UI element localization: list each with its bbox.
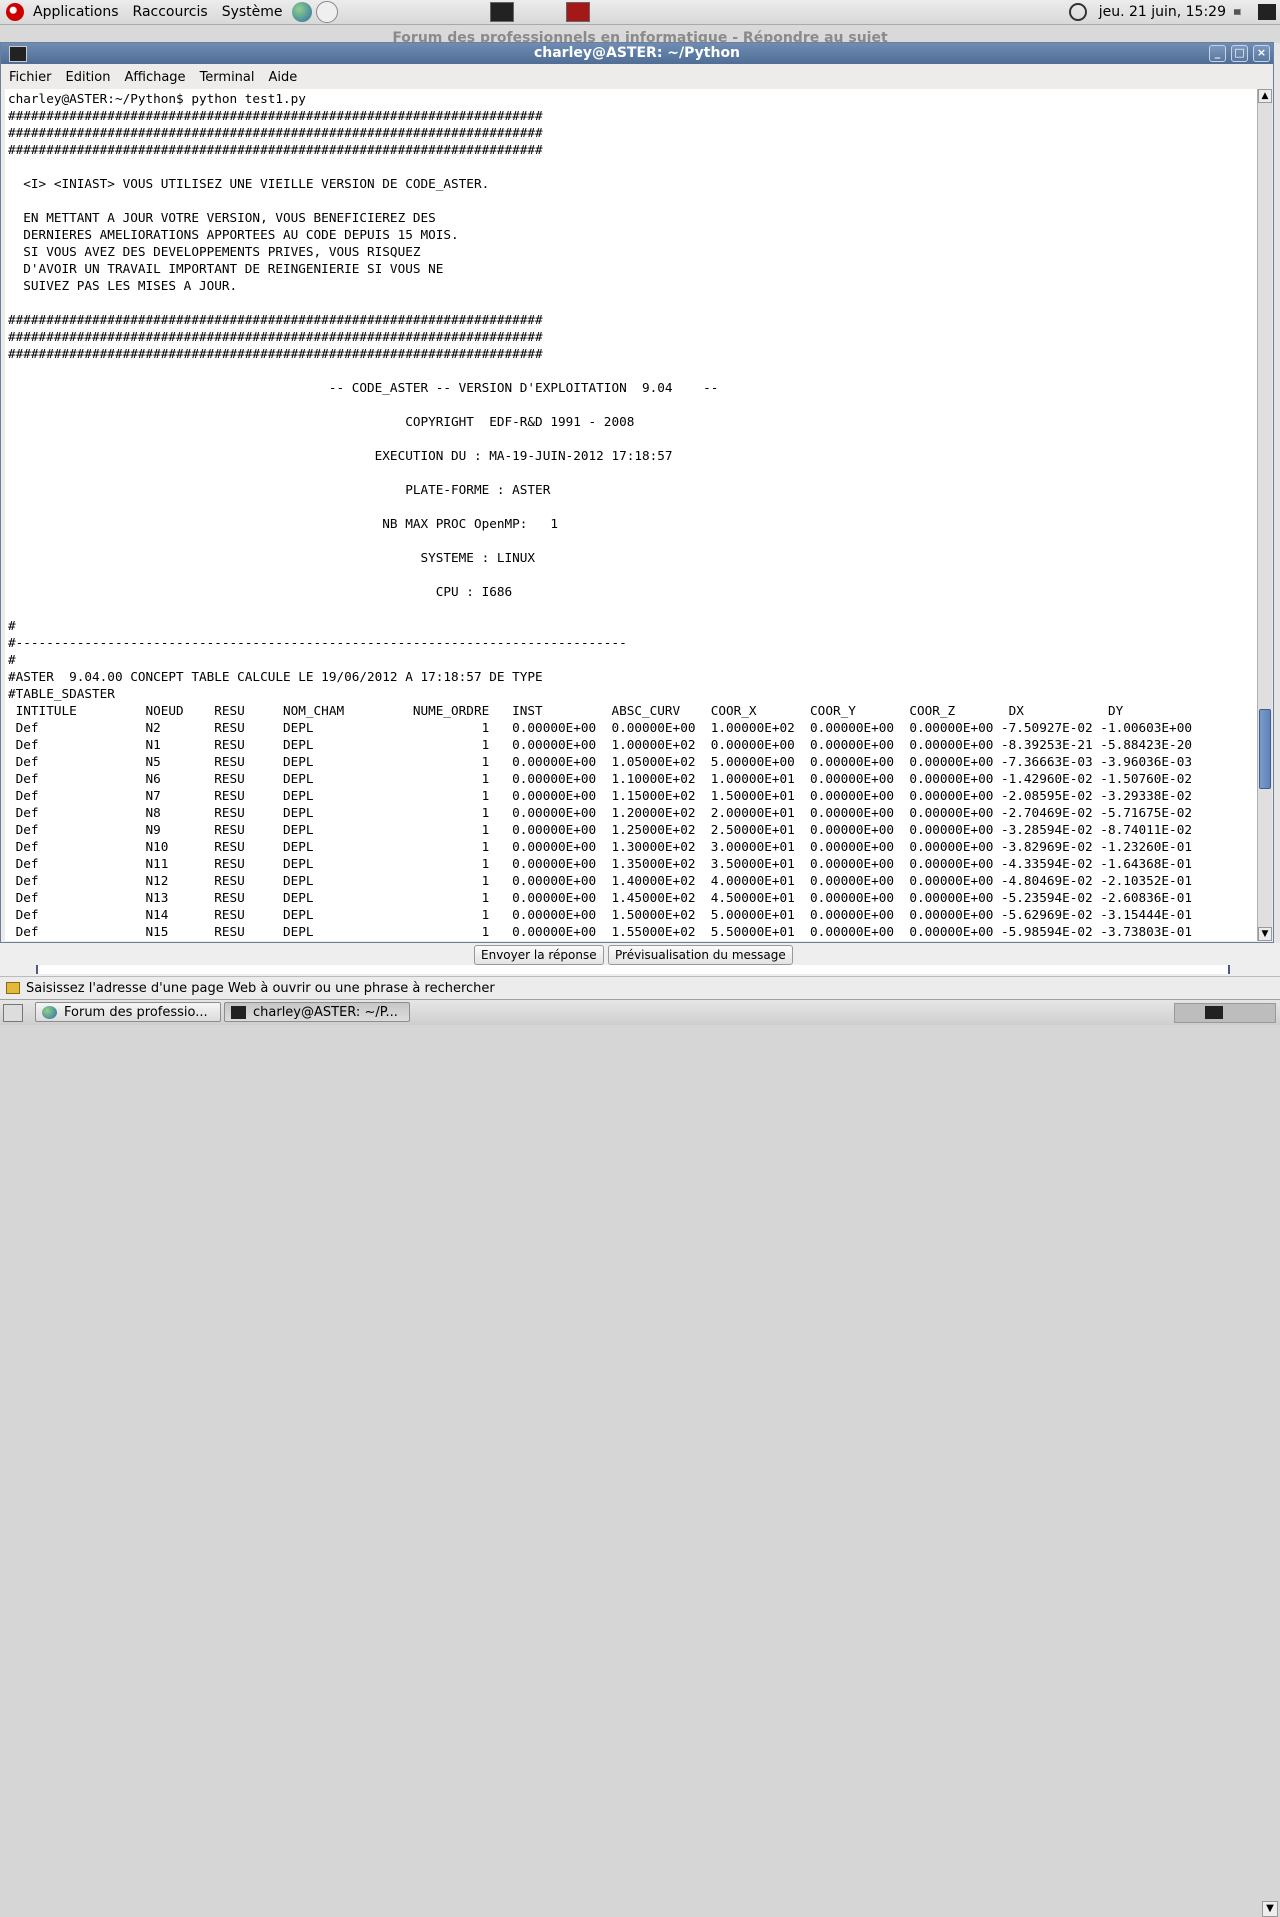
browser-scroll-down-icon[interactable]: ▼ [1262, 1901, 1278, 1917]
volume-icon[interactable] [1234, 5, 1246, 19]
workspace-terminal-icon [1205, 1006, 1223, 1019]
terminal-title: charley@ASTER: ~/Python [533, 45, 741, 61]
terminal-tray-icon[interactable] [1258, 4, 1276, 20]
minimize-button[interactable]: _ [1209, 45, 1226, 62]
clock[interactable]: jeu. 21 juin, 15:29 [1091, 4, 1234, 20]
app-launcher-icon[interactable] [565, 2, 590, 22]
menu-aide[interactable]: Aide [261, 70, 304, 85]
browser-task-icon [42, 1006, 57, 1019]
terminal-menubar: Fichier Edition Affichage Terminal Aide [1, 65, 1273, 89]
scrollbar-thumb[interactable] [1259, 709, 1271, 789]
panel-tray: jeu. 21 juin, 15:29 [1068, 0, 1280, 24]
web-browser-launcher-icon[interactable] [291, 2, 312, 22]
menu-terminal[interactable]: Terminal [192, 70, 261, 85]
taskbar: Forum des professio... charley@ASTER: ~/… [0, 999, 1280, 1025]
send-reply-button[interactable]: Envoyer la réponse [474, 945, 604, 965]
task-terminal[interactable]: charley@ASTER: ~/P... [224, 1002, 410, 1022]
browser-form-area: Envoyer la réponse Prévisualisation du m… [0, 943, 1280, 1917]
workspace-switcher[interactable] [1174, 1003, 1276, 1023]
status-text: Saisissez l'adresse d'une page Web à ouv… [26, 980, 495, 996]
scroll-up-icon[interactable]: ▲ [1258, 89, 1272, 103]
menu-fichier[interactable]: Fichier [1, 70, 58, 85]
terminal-window: charley@ASTER: ~/Python _ □ × Fichier Ed… [0, 42, 1274, 943]
browser-title: Forum des professionnels en informatique… [0, 25, 1280, 43]
message-editor[interactable] [36, 965, 1230, 974]
terminal-output-area[interactable]: charley@ASTER:~/Python$ python test1.py … [5, 89, 1257, 941]
menu-edition[interactable]: Edition [58, 70, 117, 85]
task-browser[interactable]: Forum des professio... [35, 1002, 221, 1022]
terminal-titlebar[interactable]: charley@ASTER: ~/Python _ □ × [1, 43, 1273, 64]
search-icon[interactable] [1068, 3, 1087, 21]
gnome-foot-icon[interactable] [6, 3, 24, 21]
preview-message-button[interactable]: Prévisualisation du message [608, 945, 793, 965]
maximize-button[interactable]: □ [1231, 45, 1248, 62]
show-desktop-icon[interactable] [3, 1004, 23, 1022]
terminal-launcher-icon[interactable] [489, 2, 514, 22]
menu-raccourcis[interactable]: Raccourcis [126, 0, 215, 24]
menu-systeme[interactable]: Système [215, 0, 290, 24]
terminal-output[interactable]: charley@ASTER:~/Python$ python test1.py … [5, 89, 1257, 940]
task-browser-label: Forum des professio... [64, 1005, 208, 1020]
menu-affichage[interactable]: Affichage [116, 70, 191, 85]
menu-applications[interactable]: Applications [26, 0, 126, 24]
security-icon [6, 982, 20, 994]
scroll-down-icon[interactable]: ▼ [1258, 927, 1272, 941]
terminal-scrollbar[interactable]: ▲ ▼ [1257, 89, 1272, 941]
close-button[interactable]: × [1253, 45, 1270, 62]
terminal-window-icon[interactable] [9, 46, 27, 62]
browser-edge [1273, 43, 1280, 943]
top-panel: Applications Raccourcis Système jeu. 21 … [0, 0, 1280, 25]
browser-status-bar: Saisissez l'adresse d'une page Web à ouv… [0, 976, 1280, 999]
terminal-task-icon [231, 1006, 246, 1019]
mail-launcher-icon[interactable] [315, 1, 338, 23]
task-terminal-label: charley@ASTER: ~/P... [253, 1005, 398, 1020]
